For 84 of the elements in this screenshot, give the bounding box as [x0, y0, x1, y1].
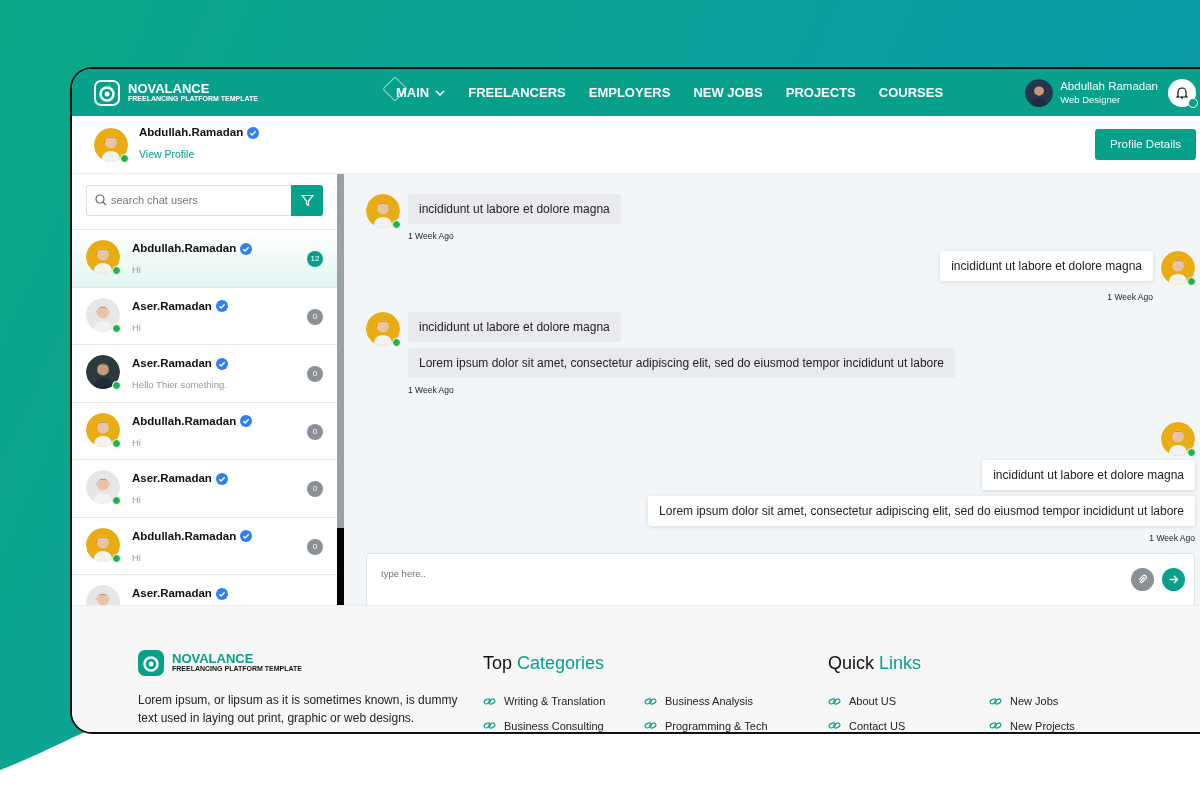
link-icon: [989, 721, 1002, 731]
footer-link[interactable]: Business Analysis: [644, 693, 805, 710]
message-time: 1 Week Ago: [1107, 290, 1153, 304]
arrow-icon: [1168, 574, 1179, 585]
avatar: [94, 127, 128, 162]
caret-icon: [435, 90, 446, 97]
message-preview: Hi: [132, 493, 142, 508]
filter-button[interactable]: [291, 185, 323, 216]
chat-list-item[interactable]: Abdullah.Ramadan Hi 12: [72, 229, 337, 287]
logo-name: NOVALANCE: [128, 81, 211, 95]
scrollbar-thumb[interactable]: [337, 528, 344, 605]
avatar: [366, 311, 400, 346]
contact-name: Aser.Ramadan: [132, 586, 212, 601]
footer-heading: Top Categories: [483, 652, 606, 675]
message-bubble: incididunt ut labore et dolore magna: [940, 250, 1153, 281]
contact-name: Abdullah.Ramadan: [132, 413, 237, 429]
message-preview: Hello Thier something.: [132, 378, 228, 393]
footer-link[interactable]: Contact US: [828, 717, 989, 732]
link-icon: [483, 721, 496, 731]
footer-link[interactable]: Programming & Tech: [644, 717, 805, 732]
avatar: [1161, 422, 1195, 457]
footer-link[interactable]: Writing & Translation: [483, 693, 644, 710]
logo-name: NOVALANCE: [172, 652, 254, 666]
footer-description: Lorem ipsum, or lipsum as it is sometimes known, is dummy text used in laying out print, graphic or web designs.: [138, 692, 459, 727]
user-name: Abdullah Ramadan: [1060, 79, 1158, 94]
link-icon: [989, 696, 1002, 706]
message-bubble: incididunt ut labore et dolore magna: [408, 311, 621, 342]
avatar: [86, 240, 120, 274]
avatar: [86, 355, 120, 389]
chat-list-item[interactable]: Aser.Ramadan Hello Thier something. 0: [72, 344, 337, 402]
message-input-field[interactable]: type here..: [366, 553, 1195, 605]
message-bubble: incididunt ut labore et dolore magna: [408, 194, 621, 224]
unread-count: 0: [307, 538, 323, 555]
paperclip-icon: [1137, 574, 1148, 585]
footer-heading: Quick Links: [828, 652, 923, 675]
footer-link[interactable]: About US: [828, 693, 989, 710]
search-icon: [95, 194, 107, 206]
logo-icon: [94, 79, 120, 106]
message-preview: Hi: [132, 320, 142, 335]
message-time: 1 Week Ago: [1149, 532, 1195, 545]
avatar: [366, 194, 400, 228]
avatar: [86, 470, 120, 504]
link-icon: [828, 696, 841, 706]
message-time: 1 Week Ago: [408, 230, 454, 243]
avatar: [86, 297, 120, 332]
avatar: [86, 412, 120, 447]
contact-name: Aser.Ramadan: [132, 298, 212, 314]
contact-name: Abdullah.Ramadan: [132, 528, 237, 544]
footer-link[interactable]: New Projects: [989, 717, 1150, 732]
chat-list-item[interactable]: Aser.Ramadan Hi 0: [72, 286, 337, 344]
message-bubble: Lorem ipsum dolor sit amet, consectetur adipiscing elit, sed do eiusmod tempor incididunt ut labore: [408, 347, 955, 378]
unread-count: 0: [307, 366, 323, 382]
unread-count: 12: [307, 251, 323, 267]
user-role: Web Designer: [1060, 93, 1122, 106]
avatar: [1161, 250, 1195, 285]
unread-count: 0: [307, 308, 323, 325]
bell-icon: [1176, 86, 1188, 99]
link-icon: [483, 696, 496, 706]
unread-count: 0: [307, 481, 323, 497]
message-preview: Hi: [132, 435, 142, 450]
chat-list-item[interactable]: Abdullah.Ramadan Hi 0: [72, 401, 337, 459]
avatar: [86, 527, 120, 562]
message-preview: Hi: [132, 263, 142, 278]
link-icon: [644, 696, 657, 706]
contact-name: Aser.Ramadan: [132, 471, 212, 486]
chat-list-item[interactable]: Aser.Ramadan Hi 0: [72, 459, 337, 517]
search-field[interactable]: search chat users: [86, 185, 291, 216]
user-name: Abdullah.Ramadan: [139, 124, 244, 140]
link-icon: [828, 721, 841, 731]
avatar: [1025, 78, 1054, 107]
unread-count: 0: [307, 423, 323, 440]
chat-list-item[interactable]: Abdullah.Ramadan Hi 0: [72, 516, 337, 574]
message-bubble: incididunt ut labore et dolore magna: [982, 460, 1195, 491]
notification-button[interactable]: [1168, 78, 1196, 107]
link-icon: [644, 721, 657, 731]
filter-icon: [300, 194, 314, 207]
message-bubble: Lorem ipsum dolor sit amet, consectetur adipiscing elit, sed do eiusmod tempor incididunt ut labore: [648, 496, 1195, 527]
logo-icon: [138, 650, 164, 676]
message-preview: Hi: [132, 550, 142, 565]
footer-link[interactable]: Business Consulting: [483, 717, 644, 732]
footer-link[interactable]: New Jobs: [989, 693, 1150, 710]
contact-name: Abdullah.Ramadan: [132, 241, 237, 256]
message-time: 1 Week Ago: [408, 383, 454, 397]
contact-name: Aser.Ramadan: [132, 356, 212, 371]
